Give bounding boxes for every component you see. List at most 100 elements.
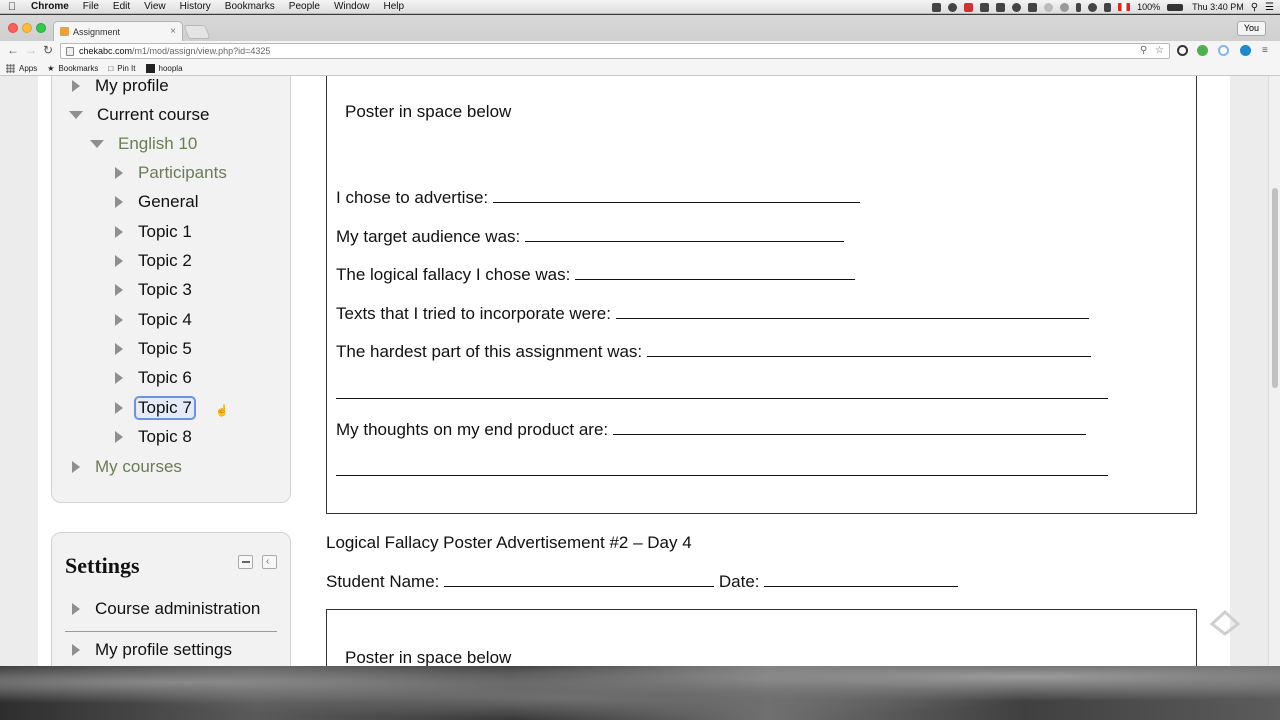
nav-my-profile[interactable]: My profile (72, 76, 169, 98)
nav-topic-1[interactable]: Topic 1 (115, 220, 192, 244)
extension-blue-icon[interactable] (1240, 45, 1251, 56)
bookmark-label: Bookmarks (58, 63, 99, 73)
bookmark-bookmarks[interactable]: ★ Bookmarks (47, 64, 98, 73)
input-source-flag-icon[interactable] (1118, 3, 1131, 11)
tab-close-icon[interactable]: × (170, 26, 176, 37)
settings-my-profile-settings[interactable]: My profile settings (72, 640, 232, 660)
move-block-button[interactable]: ‹ (262, 555, 277, 569)
nav-topic-6[interactable]: Topic 6 (115, 366, 192, 390)
bluetooth-icon[interactable] (1076, 2, 1082, 12)
video-watermark-icon (1209, 609, 1241, 636)
zoom-window-button[interactable] (36, 23, 46, 33)
volume-icon[interactable] (1104, 2, 1112, 12)
nav-topic-3[interactable]: Topic 3 (115, 278, 192, 302)
menu-bookmarks[interactable]: Bookmarks (218, 1, 282, 12)
alert-icon[interactable] (964, 2, 974, 12)
close-window-button[interactable] (8, 23, 18, 33)
hand-cursor-icon: ☝ (215, 405, 229, 417)
menu-chrome[interactable]: Chrome (24, 1, 76, 12)
nav-participants[interactable]: Participants (115, 161, 227, 185)
nav-current-course[interactable]: Current course (69, 103, 209, 127)
page-info-icon[interactable] (66, 47, 74, 56)
clock[interactable]: Thu 3:40 PM (1192, 2, 1244, 12)
scrollbar-thumb[interactable] (1272, 188, 1278, 388)
extension-clock-icon[interactable] (1218, 45, 1229, 56)
question-label: My thoughts on my end product are: (336, 420, 609, 439)
wifi-icon[interactable] (1088, 2, 1098, 12)
nav-topic-5[interactable]: Topic 5 (115, 337, 192, 361)
nav-topic-7[interactable]: Topic 7 (115, 396, 196, 420)
tab-assignment[interactable]: Assignment × (53, 21, 183, 41)
bookmark-pin-it[interactable]: □ Pin It (108, 64, 135, 73)
nav-my-courses[interactable]: My courses (72, 455, 182, 479)
nav-general[interactable]: General (115, 190, 198, 214)
profile-button[interactable]: You (1236, 21, 1266, 36)
page-margin-right (1230, 76, 1268, 666)
menu-edit[interactable]: Edit (106, 1, 137, 12)
collapsed-arrow-icon (115, 255, 123, 267)
nav-course-english-10[interactable]: English 10 (90, 132, 197, 156)
nav-topic-8[interactable]: Topic 8 (115, 425, 192, 449)
question-hardest: The hardest part of this assignment was: (336, 342, 1091, 362)
nav-label: English 10 (118, 134, 198, 153)
minimize-window-button[interactable] (22, 23, 32, 33)
page-viewport: My profile Current course English 10 Par… (0, 76, 1280, 666)
battery-icon[interactable] (1167, 3, 1184, 11)
question-audience: My target audience was: (336, 227, 844, 247)
forward-arrow-icon[interactable]: → (25, 43, 37, 57)
new-tab-button[interactable] (183, 25, 211, 39)
browser-toolbar: ← → ↻ chekabc.com/m1/mod/assign/view.php… (0, 41, 1280, 61)
drive-icon[interactable] (948, 2, 958, 12)
menu-view[interactable]: View (137, 1, 173, 12)
lock-icon[interactable] (1028, 2, 1038, 12)
nav-label-focused: Topic 7 (134, 396, 196, 420)
dollar-icon[interactable] (980, 2, 990, 12)
apple-menu-icon[interactable]:  (0, 1, 24, 13)
settings-course-administration[interactable]: Course administration (72, 599, 260, 619)
menu-help[interactable]: Help (377, 1, 412, 12)
bookmark-hoopla[interactable]: hoopla (145, 63, 183, 73)
collapsed-arrow-icon (115, 431, 123, 443)
chrome-menu-icon[interactable]: ≡ (1262, 45, 1268, 56)
nav-label: My courses (95, 457, 182, 476)
settings-divider (65, 631, 277, 632)
settings-label: My profile settings (95, 640, 232, 659)
back-arrow-icon[interactable]: ← (7, 43, 19, 57)
nav-label: Current course (97, 105, 210, 124)
notification-center-icon[interactable]: ☰ (1265, 2, 1274, 13)
menu-file[interactable]: File (76, 1, 106, 12)
nav-topic-4[interactable]: Topic 4 (115, 308, 192, 332)
bookmark-apps[interactable]: Apps (6, 63, 37, 73)
answer-blank-full (336, 398, 1108, 399)
spotlight-icon[interactable]: ⚲ (1251, 2, 1258, 13)
bookmark-star-icon[interactable]: ☆ (1155, 45, 1164, 56)
zoom-search-icon[interactable]: ⚲ (1140, 45, 1147, 56)
extension-info-icon[interactable] (1177, 45, 1188, 56)
question-label: The hardest part of this assignment was: (336, 342, 643, 361)
nav-topic-2[interactable]: Topic 2 (115, 249, 192, 273)
key-icon[interactable] (996, 2, 1006, 12)
screen-record-icon[interactable] (932, 2, 942, 12)
nav-label: Topic 5 (138, 339, 192, 358)
extension-green-icon[interactable] (1197, 45, 1208, 56)
poster-label: Poster in space below (345, 102, 512, 121)
app-icon[interactable] (1012, 2, 1022, 12)
dock-block-button[interactable] (238, 555, 253, 569)
page-scrollbar[interactable] (1268, 76, 1280, 666)
expanded-arrow-icon (69, 111, 83, 119)
page-icon: □ (108, 63, 114, 73)
sync-icon[interactable] (1044, 2, 1054, 12)
hoopla-icon (145, 63, 155, 73)
question-texts: Texts that I tried to incorporate were: (336, 304, 1089, 324)
page-margin-left (0, 76, 38, 666)
menu-window[interactable]: Window (327, 1, 377, 12)
reload-icon[interactable]: ↻ (43, 43, 53, 57)
address-bar[interactable]: chekabc.com/m1/mod/assign/view.php?id=43… (60, 43, 1170, 59)
answer-blank-full (336, 475, 1108, 476)
chevron-left-icon: ‹ (266, 556, 270, 567)
url-path: /m1/mod/assign/view.php?id=4325 (132, 46, 271, 56)
menu-people[interactable]: People (282, 1, 327, 12)
expanded-arrow-icon (90, 140, 104, 148)
time-machine-icon[interactable] (1060, 2, 1070, 12)
menu-history[interactable]: History (173, 1, 218, 12)
